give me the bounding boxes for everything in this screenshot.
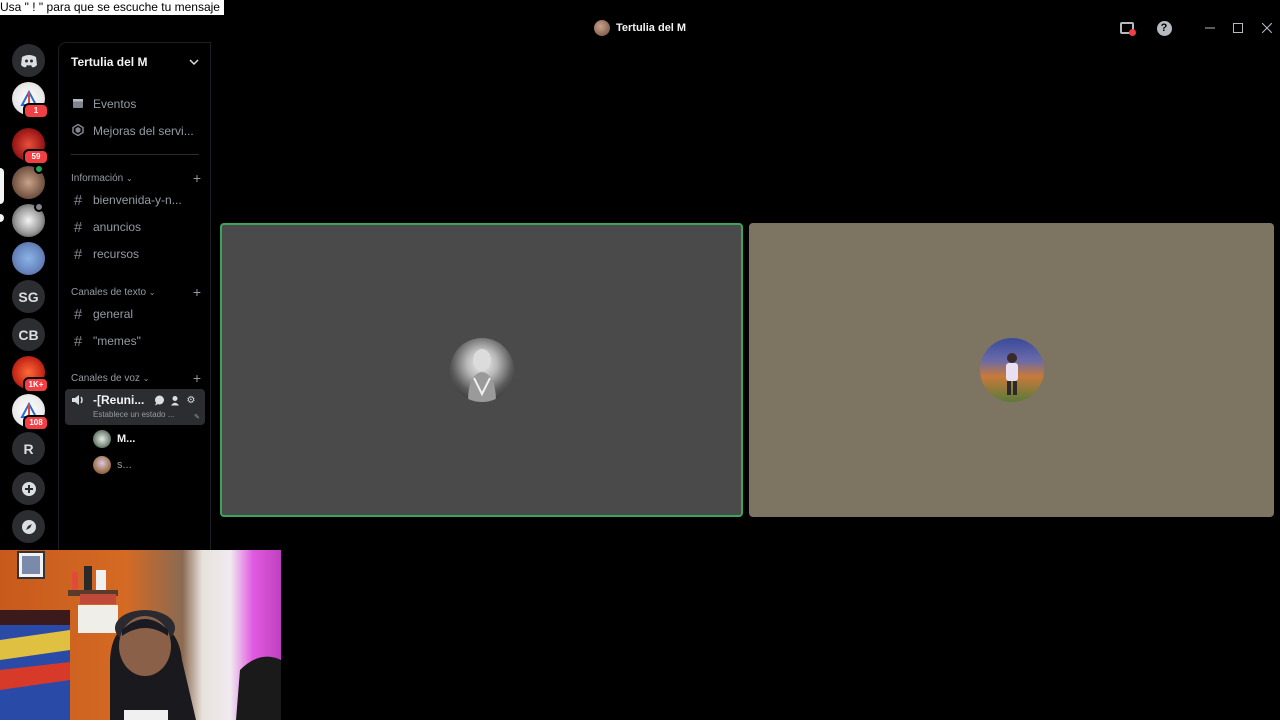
avatar bbox=[93, 456, 111, 474]
voice-user-2[interactable]: s... bbox=[93, 455, 132, 475]
server-icon-4[interactable] bbox=[12, 202, 45, 237]
webcam-feed bbox=[0, 551, 281, 720]
category-canales-de-voz[interactable]: Canales de voz ⌄ + bbox=[71, 370, 201, 386]
add-channel-icon[interactable]: + bbox=[193, 284, 201, 300]
help-icon[interactable]: ? bbox=[1156, 20, 1172, 36]
channel-sidebar: Tertulia del M Eventos Mejoras del servi… bbox=[58, 42, 211, 550]
chevron-down-icon: ⌄ bbox=[148, 287, 156, 297]
gear-icon[interactable]: ⚙ bbox=[185, 394, 197, 406]
add-server-icon[interactable] bbox=[12, 472, 45, 505]
hash-icon: # bbox=[73, 305, 83, 323]
boost-icon bbox=[71, 123, 85, 139]
hash-icon: # bbox=[73, 218, 83, 236]
window-title-text: Tertulia del M bbox=[616, 22, 687, 34]
selected-server-pill bbox=[0, 168, 4, 204]
notification-badge: 108 bbox=[23, 415, 49, 431]
notification-badge: 59 bbox=[23, 149, 49, 165]
server-header[interactable]: Tertulia del M bbox=[59, 43, 211, 80]
participant-avatar bbox=[449, 338, 514, 402]
server-icon-2[interactable]: 59 bbox=[12, 128, 49, 165]
server-icon-sg[interactable]: SG bbox=[12, 280, 45, 313]
server-name: Tertulia del M bbox=[71, 54, 148, 69]
window-title: Tertulia del M bbox=[594, 20, 686, 36]
status-indicator bbox=[34, 202, 44, 212]
nav-item-eventos[interactable]: Eventos bbox=[67, 93, 207, 115]
webcam-overlay bbox=[0, 550, 281, 720]
chevron-down-icon: ⌄ bbox=[142, 373, 150, 383]
server-icon-3[interactable] bbox=[12, 164, 45, 199]
hash-icon: # bbox=[73, 191, 83, 209]
voice-channel-active[interactable]: -[Reuni... Establece un estado ... ⚙ ✎ bbox=[65, 389, 205, 425]
notification-badge: 1 bbox=[23, 103, 49, 119]
server-avatar-icon bbox=[594, 20, 610, 36]
server-icon-1[interactable]: 1 bbox=[12, 82, 49, 119]
avatar bbox=[93, 430, 111, 448]
add-channel-icon[interactable]: + bbox=[193, 370, 201, 386]
sidebar-divider bbox=[71, 154, 199, 155]
title-bar: Tertulia del M ? bbox=[0, 14, 1280, 42]
channel-anuncios[interactable]: # anuncios bbox=[67, 216, 207, 238]
voice-channel-status[interactable]: Establece un estado ... bbox=[93, 410, 174, 419]
unread-pill bbox=[0, 214, 4, 222]
server-icon-r[interactable]: R bbox=[12, 432, 45, 465]
calendar-icon bbox=[71, 97, 85, 112]
chevron-down-icon: ⌄ bbox=[126, 173, 133, 183]
discover-icon[interactable] bbox=[12, 510, 45, 543]
notification-badge: 1K+ bbox=[23, 377, 49, 393]
channel-bienvenida[interactable]: # bienvenida-y-n... bbox=[67, 189, 207, 211]
inbox-icon[interactable] bbox=[1119, 20, 1136, 36]
server-icon-9[interactable]: 108 bbox=[12, 394, 49, 431]
minimize-icon[interactable] bbox=[1202, 20, 1218, 36]
server-rail: 1 59 SG CB 1K+ 108 R bbox=[0, 42, 58, 550]
voice-channel-name: -[Reuni... bbox=[93, 393, 145, 407]
close-icon[interactable] bbox=[1259, 20, 1275, 36]
add-channel-icon[interactable]: + bbox=[193, 170, 201, 186]
chevron-down-icon bbox=[189, 58, 199, 65]
maximize-icon[interactable] bbox=[1230, 20, 1246, 36]
hash-icon: # bbox=[73, 245, 83, 263]
invite-user-icon[interactable] bbox=[169, 394, 181, 406]
channel-memes[interactable]: # "memes" bbox=[67, 330, 207, 352]
video-tile-user-1[interactable] bbox=[220, 223, 743, 517]
overlay-caption: Usa " ! " para que se escuche tu mensaje bbox=[0, 0, 224, 15]
voice-user-1[interactable]: M... bbox=[93, 429, 135, 449]
category-informacion[interactable]: Información ⌄ + bbox=[71, 170, 201, 186]
channel-recursos[interactable]: # recursos bbox=[67, 243, 207, 265]
hash-icon: # bbox=[73, 332, 83, 350]
server-icon-5[interactable] bbox=[12, 242, 45, 275]
video-tile-user-2[interactable] bbox=[749, 223, 1274, 517]
speaker-icon bbox=[71, 394, 85, 409]
chat-bubble-icon[interactable] bbox=[153, 394, 165, 406]
channel-general[interactable]: # general bbox=[67, 303, 207, 325]
nav-item-mejoras[interactable]: Mejoras del servi... bbox=[67, 120, 207, 142]
activity-indicator bbox=[34, 164, 44, 174]
server-icon-cb[interactable]: CB bbox=[12, 318, 45, 351]
discord-home-icon[interactable] bbox=[12, 44, 45, 77]
participant-avatar bbox=[979, 338, 1044, 402]
category-canales-de-texto[interactable]: Canales de texto ⌄ + bbox=[71, 284, 201, 300]
edit-icon[interactable]: ✎ bbox=[191, 411, 203, 423]
server-icon-8[interactable]: 1K+ bbox=[12, 356, 49, 393]
